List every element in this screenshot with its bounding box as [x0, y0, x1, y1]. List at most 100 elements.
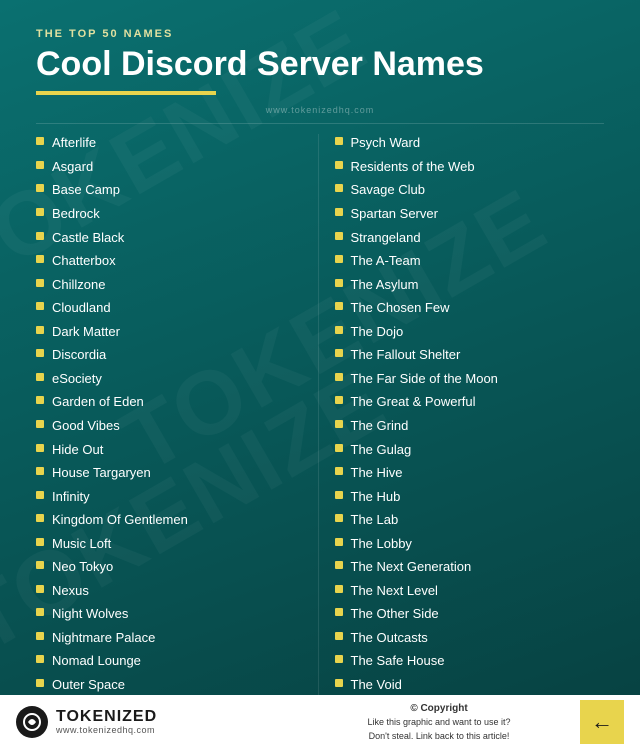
- bullet-icon: [36, 655, 44, 663]
- list-item: Savage Club: [335, 181, 601, 199]
- list-item: Nightmare Palace: [36, 629, 302, 647]
- bullet-icon: [335, 396, 343, 404]
- bullet-icon: [335, 373, 343, 381]
- columns-container: AfterlifeAsgardBase CampBedrockCastle Bl…: [36, 134, 604, 723]
- bullet-icon: [36, 514, 44, 522]
- item-label: Infinity: [52, 488, 90, 506]
- list-item: Chillzone: [36, 276, 302, 294]
- list-item: The Safe House: [335, 652, 601, 670]
- bullet-icon: [36, 208, 44, 216]
- list-item: House Targaryen: [36, 464, 302, 482]
- list-item: Outer Space: [36, 676, 302, 694]
- copyright-text: Like this graphic and want to use it?Don…: [367, 717, 510, 741]
- divider-top: [36, 123, 604, 124]
- item-label: The Lobby: [351, 535, 412, 553]
- bullet-icon: [335, 655, 343, 663]
- item-label: Spartan Server: [351, 205, 438, 223]
- list-item: Nexus: [36, 582, 302, 600]
- bullet-icon: [36, 326, 44, 334]
- item-label: Music Loft: [52, 535, 111, 553]
- bullet-icon: [335, 326, 343, 334]
- item-label: Hide Out: [52, 441, 103, 459]
- bullet-icon: [36, 184, 44, 192]
- item-label: Bedrock: [52, 205, 100, 223]
- list-item: Bedrock: [36, 205, 302, 223]
- list-item: The Lobby: [335, 535, 601, 553]
- item-label: Asgard: [52, 158, 93, 176]
- item-label: The Grind: [351, 417, 409, 435]
- list-item: Afterlife: [36, 134, 302, 152]
- bullet-icon: [36, 444, 44, 452]
- bullet-icon: [36, 585, 44, 593]
- bullet-icon: [335, 608, 343, 616]
- bullet-icon: [36, 302, 44, 310]
- bullet-icon: [335, 208, 343, 216]
- item-label: Neo Tokyo: [52, 558, 113, 576]
- item-label: The Far Side of the Moon: [351, 370, 498, 388]
- brand-icon: [16, 706, 48, 738]
- item-label: The Next Generation: [351, 558, 472, 576]
- list-item: The Next Generation: [335, 558, 601, 576]
- page-title: Cool Discord Server Names: [36, 46, 604, 83]
- list-item: The Next Level: [335, 582, 601, 600]
- list-item: Infinity: [36, 488, 302, 506]
- item-label: The Lab: [351, 511, 399, 529]
- list-item: Chatterbox: [36, 252, 302, 270]
- item-label: The Gulag: [351, 441, 412, 459]
- footer: TOKENIZED www.tokenizedhq.com © Copyrigh…: [0, 695, 640, 749]
- list-item: The Outcasts: [335, 629, 601, 647]
- item-label: Night Wolves: [52, 605, 128, 623]
- item-label: The A-Team: [351, 252, 421, 270]
- bullet-icon: [335, 679, 343, 687]
- bullet-icon: [335, 467, 343, 475]
- bullet-icon: [335, 232, 343, 240]
- list-item: Neo Tokyo: [36, 558, 302, 576]
- list-item: The Other Side: [335, 605, 601, 623]
- list-item: The Dojo: [335, 323, 601, 341]
- bullet-icon: [36, 232, 44, 240]
- list-item: Night Wolves: [36, 605, 302, 623]
- bullet-icon: [36, 632, 44, 640]
- bullet-icon: [335, 137, 343, 145]
- item-label: House Targaryen: [52, 464, 151, 482]
- list-item: Dark Matter: [36, 323, 302, 341]
- list-item: eSociety: [36, 370, 302, 388]
- left-column: AfterlifeAsgardBase CampBedrockCastle Bl…: [36, 134, 319, 723]
- item-label: The Hub: [351, 488, 401, 506]
- bullet-icon: [335, 585, 343, 593]
- list-item: The Grind: [335, 417, 601, 435]
- subtitle: THE TOP 50 NAMES: [36, 28, 604, 40]
- bullet-icon: [36, 420, 44, 428]
- item-label: Residents of the Web: [351, 158, 475, 176]
- bullet-icon: [36, 373, 44, 381]
- item-label: The Next Level: [351, 582, 438, 600]
- list-item: Castle Black: [36, 229, 302, 247]
- bullet-icon: [36, 349, 44, 357]
- item-label: Good Vibes: [52, 417, 120, 435]
- item-label: Nightmare Palace: [52, 629, 155, 647]
- item-label: Outer Space: [52, 676, 125, 694]
- list-item: The Chosen Few: [335, 299, 601, 317]
- list-item: The Far Side of the Moon: [335, 370, 601, 388]
- bullet-icon: [36, 255, 44, 263]
- main-content: THE TOP 50 NAMES Cool Discord Server Nam…: [0, 0, 640, 741]
- list-item: Nomad Lounge: [36, 652, 302, 670]
- bullet-icon: [36, 279, 44, 287]
- item-label: Castle Black: [52, 229, 124, 247]
- arrow-button[interactable]: ←: [580, 700, 624, 744]
- item-label: Strangeland: [351, 229, 421, 247]
- brand-svg: [22, 712, 42, 732]
- bullet-icon: [335, 444, 343, 452]
- accent-bar: [36, 91, 216, 95]
- bullet-icon: [36, 161, 44, 169]
- list-item: The A-Team: [335, 252, 601, 270]
- list-item: Discordia: [36, 346, 302, 364]
- list-item: Hide Out: [36, 441, 302, 459]
- item-label: The Outcasts: [351, 629, 428, 647]
- list-item: Strangeland: [335, 229, 601, 247]
- item-label: Discordia: [52, 346, 106, 364]
- list-item: Garden of Eden: [36, 393, 302, 411]
- item-label: The Dojo: [351, 323, 404, 341]
- bullet-icon: [335, 538, 343, 546]
- item-label: The Asylum: [351, 276, 419, 294]
